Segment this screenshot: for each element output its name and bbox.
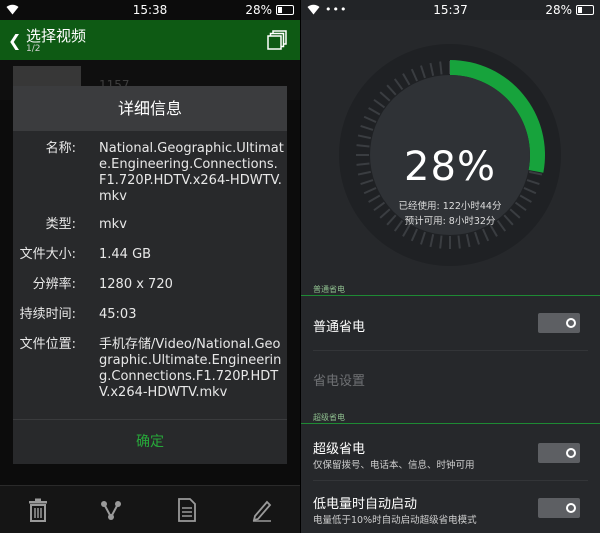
page-counter: 1/2 <box>26 44 41 54</box>
video-picker-screen: 15:38 28% ❮ 选择视频 1/2 1157 详细信息 名称: Natio… <box>0 0 300 533</box>
details-dialog: 详细信息 名称: National.Geographic.Ultimate.En… <box>13 86 287 464</box>
dialog-title: 详细信息 <box>13 86 287 131</box>
detail-value: 1.44 GB <box>99 247 152 262</box>
toggle-knob <box>566 448 576 458</box>
multi-select-icon[interactable] <box>266 29 288 51</box>
section-header-normal: 普通省电 <box>313 285 345 294</box>
detail-value: 手机存储/Video/National.Geographic.Ultimate.… <box>99 337 282 400</box>
row-divider <box>313 350 588 351</box>
battery-percent: 28% <box>404 144 496 190</box>
normal-saving-toggle[interactable] <box>538 313 580 333</box>
battery-gauge: 28% 已经使用: 122小时44分 预计可用: 8小时32分 <box>339 44 561 266</box>
bottom-action-bar <box>0 485 300 533</box>
detail-label: 名称: <box>45 141 76 156</box>
auto-start-toggle[interactable] <box>538 498 580 518</box>
battery-icon <box>576 5 594 15</box>
toggle-knob <box>566 503 576 513</box>
power-settings-item[interactable]: 省电设置 <box>313 370 365 389</box>
section-divider <box>301 423 600 424</box>
detail-label: 持续时间: <box>19 307 76 322</box>
status-bar: 15:38 28% <box>0 0 300 20</box>
normal-saving-label: 普通省电 <box>313 320 366 335</box>
status-bar: ••• 15:37 28% <box>301 0 600 20</box>
battery-usage-info: 已经使用: 122小时44分 预计可用: 8小时32分 <box>339 199 561 229</box>
super-saving-description: 仅保留拨号、电话本、信息、时钟可用 <box>313 460 475 471</box>
super-saving-label: 超级省电 <box>313 442 366 457</box>
ok-button[interactable]: 确定 <box>13 420 287 464</box>
detail-label: 文件大小: <box>19 247 76 262</box>
gauge-tick <box>439 61 443 75</box>
super-saving-toggle[interactable] <box>538 443 580 463</box>
gauge-tick <box>457 235 461 249</box>
status-battery-text: 28% <box>545 3 572 17</box>
detail-label: 类型: <box>45 217 76 232</box>
remaining-time: 预计可用: 8小时32分 <box>404 216 496 227</box>
auto-start-label: 低电量时自动启动 <box>313 497 418 512</box>
share-icon[interactable] <box>100 498 122 522</box>
power-saving-screen: ••• 15:37 28% 28% 已经使用: 122小时44分 预计可用: 8… <box>301 0 600 533</box>
detail-value: 1280 x 720 <box>99 277 173 292</box>
auto-start-description: 电量低于10%时自动启动超级省电模式 <box>313 515 477 526</box>
battery-icon <box>276 5 294 15</box>
detail-label: 文件位置: <box>19 337 76 352</box>
status-battery-text: 28% <box>245 3 272 17</box>
app-bar: ❮ 选择视频 1/2 <box>0 20 300 60</box>
toggle-knob <box>566 318 576 328</box>
document-icon[interactable] <box>176 498 198 522</box>
row-divider <box>313 480 588 481</box>
edit-icon[interactable] <box>251 498 273 522</box>
detail-label: 分辨率: <box>32 277 76 292</box>
used-time: 已经使用: 122小时44分 <box>398 201 502 212</box>
details-list: 名称: National.Geographic.Ultimate.Enginee… <box>13 131 287 419</box>
page-title: 选择视频 <box>26 27 87 45</box>
detail-value: 45:03 <box>99 307 137 322</box>
trash-icon[interactable] <box>27 498 49 522</box>
back-icon[interactable]: ❮ <box>8 31 21 50</box>
section-header-super: 超级省电 <box>313 413 345 422</box>
section-divider <box>301 295 600 296</box>
detail-value: mkv <box>99 217 127 232</box>
gauge-tick <box>439 235 443 249</box>
detail-value: National.Geographic.Ultimate.Engineering… <box>99 141 284 204</box>
